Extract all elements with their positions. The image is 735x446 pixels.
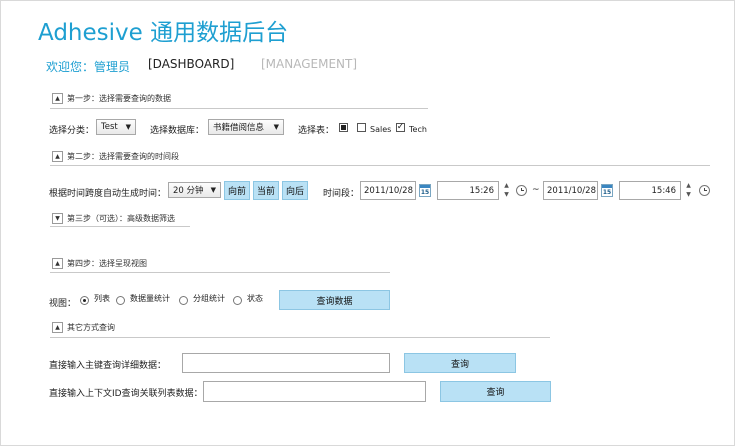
next-button[interactable]: 向后	[282, 181, 308, 200]
user-greeting: 欢迎您：管理员	[46, 60, 131, 74]
database-dropdown[interactable]: 书籍借阅信息 ▼	[208, 119, 284, 135]
range-separator: ~	[532, 185, 540, 195]
view-option-list: 列表	[94, 294, 110, 303]
spin-up-icon[interactable]: ▲	[504, 182, 509, 189]
start-date-input[interactable]: 2011/10/28	[360, 181, 416, 200]
end-date-input[interactable]: 2011/10/28	[543, 181, 598, 200]
calendar-day: 15	[420, 189, 430, 196]
spin-down-icon[interactable]: ▼	[504, 191, 509, 198]
step1-title: 第一步：选择需要查询的数据	[67, 94, 171, 103]
collapse-up-icon[interactable]: ▲	[52, 151, 63, 162]
prev-button[interactable]: 向前	[224, 181, 250, 200]
chevron-down-icon: ▼	[210, 186, 216, 194]
ctx-input[interactable]	[203, 381, 426, 402]
now-button[interactable]: 当前	[253, 181, 279, 200]
divider	[50, 337, 550, 338]
chevron-down-icon: ▼	[125, 123, 131, 131]
collapse-up-icon[interactable]: ▲	[52, 93, 63, 104]
page-title: Adhesive 通用数据后台	[38, 20, 289, 46]
chevron-down-icon: ▼	[273, 123, 279, 131]
ctx-query-button[interactable]: 查询	[440, 381, 551, 402]
table-checkbox-partial[interactable]	[339, 123, 348, 132]
clock-icon[interactable]	[516, 185, 527, 196]
collapse-up-icon[interactable]: ▲	[52, 258, 63, 269]
table-tech-label: Tech	[409, 125, 427, 134]
step3-title: 第三步（可选）：高级数据筛选	[67, 214, 175, 223]
query-data-button[interactable]: 查询数据	[279, 290, 390, 310]
pk-label: 直接输入主键查询详细数据：	[49, 361, 167, 371]
expand-down-icon[interactable]: ▼	[52, 213, 63, 224]
step3-header[interactable]: ▼ 第三步（可选）：高级数据筛选	[52, 213, 175, 224]
step4-title: 第四步：选择呈现视图	[67, 259, 147, 268]
ctx-label: 直接输入上下文ID查询关联列表数据：	[49, 389, 203, 399]
divider	[50, 165, 710, 166]
collapse-up-icon[interactable]: ▲	[52, 322, 63, 333]
nav-dashboard-link[interactable]: [DASHBOARD]	[148, 57, 234, 71]
category-dropdown[interactable]: Test ▼	[96, 119, 136, 135]
step1-header[interactable]: ▲ 第一步：选择需要查询的数据	[52, 93, 171, 104]
end-time-spinner[interactable]: ▲ ▼	[684, 182, 693, 198]
category-value: Test	[101, 122, 118, 132]
pk-query-button[interactable]: 查询	[404, 353, 516, 373]
view-radio-group[interactable]	[179, 296, 188, 305]
table-label: 选择表：	[298, 126, 335, 136]
view-radio-status[interactable]	[233, 296, 242, 305]
divider	[50, 272, 390, 273]
timespan-label: 根据时间跨度自动生成时间：	[49, 189, 167, 199]
timespan-dropdown[interactable]: 20 分钟 ▼	[168, 182, 221, 198]
pk-input[interactable]	[182, 353, 390, 373]
table-checkbox-sales[interactable]	[357, 123, 366, 132]
step2-header[interactable]: ▲ 第二步：选择需要查询的时间段	[52, 151, 179, 162]
spin-up-icon[interactable]: ▲	[686, 182, 691, 189]
start-time-spinner[interactable]: ▲ ▼	[502, 182, 511, 198]
spin-down-icon[interactable]: ▼	[686, 191, 691, 198]
divider	[50, 108, 428, 109]
category-label: 选择分类：	[49, 126, 95, 136]
step2-title: 第二步：选择需要查询的时间段	[67, 152, 179, 161]
calendar-icon[interactable]: 15	[601, 184, 613, 197]
end-time-input[interactable]: 15:46	[619, 181, 681, 200]
database-label: 选择数据库：	[150, 126, 205, 136]
view-option-group: 分组统计	[193, 294, 225, 303]
view-option-count: 数据量统计	[130, 294, 170, 303]
timespan-value: 20 分钟	[173, 186, 204, 196]
calendar-day: 15	[602, 189, 612, 196]
calendar-icon[interactable]: 15	[419, 184, 431, 197]
table-sales-label: Sales	[370, 125, 392, 134]
nav-management-link[interactable]: [MANAGEMENT]	[261, 57, 357, 71]
divider	[50, 226, 190, 227]
table-checkbox-tech[interactable]: ✓	[396, 123, 405, 132]
start-time-input[interactable]: 15:26	[437, 181, 499, 200]
view-option-status: 状态	[247, 294, 263, 303]
timerange-label: 时间段：	[323, 189, 360, 199]
view-label: 视图：	[49, 299, 77, 309]
view-radio-count[interactable]	[116, 296, 125, 305]
database-value: 书籍借阅信息	[213, 123, 265, 133]
step4-header[interactable]: ▲ 第四步：选择呈现视图	[52, 258, 147, 269]
clock-icon[interactable]	[699, 185, 710, 196]
other-header[interactable]: ▲ 其它方式查询	[52, 322, 115, 333]
view-radio-list[interactable]	[80, 296, 89, 305]
other-title: 其它方式查询	[67, 323, 115, 332]
